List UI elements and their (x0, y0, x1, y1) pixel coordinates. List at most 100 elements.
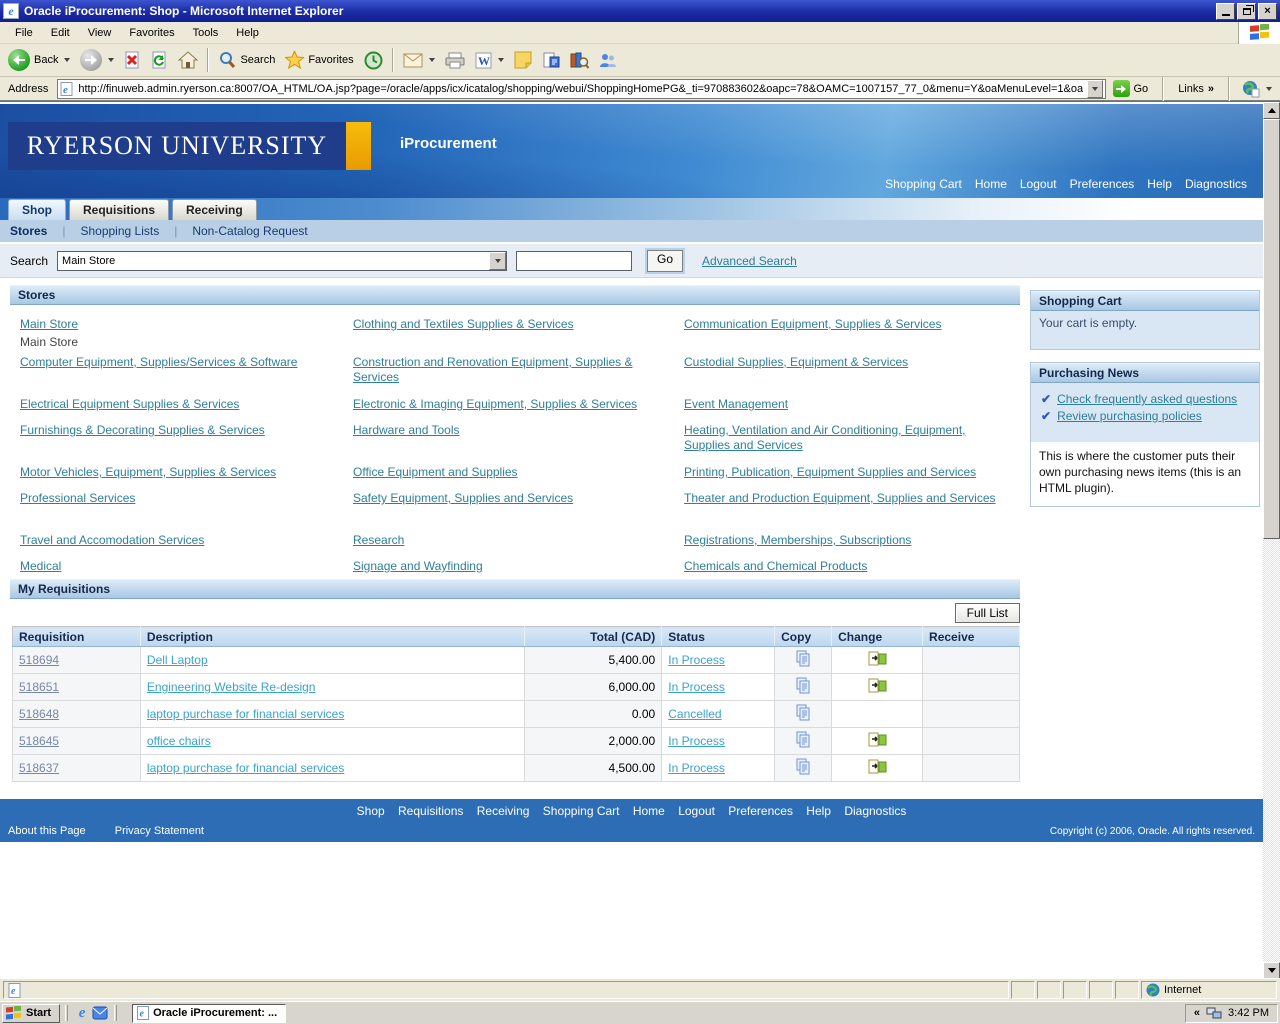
search-go-button[interactable]: Go (647, 250, 683, 272)
faq-link[interactable]: Check frequently asked questions (1057, 392, 1237, 406)
minimize-button[interactable] (1216, 3, 1235, 20)
edit-dropdown-icon[interactable] (498, 58, 504, 62)
page-globe-dropdown-icon[interactable] (1266, 87, 1272, 91)
page-globe-button[interactable] (1238, 78, 1276, 100)
address-input[interactable]: e http://finuweb.admin.ryerson.ca:8007/O… (57, 79, 1105, 99)
edit-button[interactable]: W (471, 50, 508, 71)
footer-link-help[interactable]: Help (806, 804, 831, 818)
messenger-doc-button[interactable] (538, 49, 564, 71)
nav-home[interactable]: Home (975, 177, 1007, 191)
store-link[interactable]: Electrical Equipment Supplies & Services (20, 397, 239, 411)
copy-icon[interactable] (795, 764, 811, 778)
change-icon[interactable] (868, 736, 887, 750)
search-input[interactable] (516, 251, 632, 271)
requisition-id-link[interactable]: 518694 (19, 653, 59, 667)
subnav-non-catalog-request[interactable]: Non-Catalog Request (192, 224, 307, 238)
stop-button[interactable] (120, 49, 145, 72)
change-icon[interactable] (868, 682, 887, 696)
store-link[interactable]: Event Management (684, 397, 788, 411)
privacy-statement-link[interactable]: Privacy Statement (115, 825, 204, 837)
address-dropdown-button[interactable] (1087, 80, 1103, 98)
back-dropdown-icon[interactable] (64, 58, 70, 62)
change-icon[interactable] (868, 655, 887, 669)
store-link[interactable]: Motor Vehicles, Equipment, Supplies & Se… (20, 465, 276, 479)
store-link[interactable]: Registrations, Memberships, Subscription… (684, 533, 911, 547)
menu-edit[interactable]: Edit (42, 24, 79, 42)
subnav-stores[interactable]: Stores (10, 224, 47, 238)
tab-shop[interactable]: Shop (8, 199, 66, 220)
research-button[interactable] (566, 49, 593, 71)
requisition-status-link[interactable]: In Process (668, 734, 725, 748)
store-link[interactable]: Computer Equipment, Supplies/Services & … (20, 355, 297, 369)
store-link[interactable]: Signage and Wayfinding (353, 559, 483, 573)
footer-link-logout[interactable]: Logout (678, 804, 715, 818)
change-icon[interactable] (868, 763, 887, 777)
back-button[interactable]: Back (4, 47, 74, 73)
start-button[interactable]: Start (2, 1004, 60, 1023)
store-link[interactable]: Main Store (20, 317, 78, 331)
search-button[interactable]: Search (214, 49, 279, 71)
nav-help[interactable]: Help (1147, 177, 1172, 191)
store-link[interactable]: Furnishings & Decorating Supplies & Serv… (20, 423, 265, 437)
nav-logout[interactable]: Logout (1020, 177, 1057, 191)
scroll-up-button[interactable] (1263, 102, 1280, 119)
requisition-description-link[interactable]: laptop purchase for financial services (147, 761, 344, 775)
favorites-button[interactable]: Favorites (281, 49, 357, 71)
menu-file[interactable]: File (6, 24, 42, 42)
store-select[interactable]: Main Store (57, 251, 507, 271)
store-select-dropdown-icon[interactable] (489, 252, 506, 270)
forward-button[interactable] (76, 47, 118, 73)
store-link[interactable]: Communication Equipment, Supplies & Serv… (684, 317, 941, 331)
requisition-status-link[interactable]: Cancelled (668, 707, 721, 721)
menu-favorites[interactable]: Favorites (120, 24, 183, 42)
store-link[interactable]: Clothing and Textiles Supplies & Service… (353, 317, 574, 331)
requisition-description-link[interactable]: Dell Laptop (147, 653, 208, 667)
footer-link-diagnostics[interactable]: Diagnostics (844, 804, 906, 818)
store-link[interactable]: Travel and Accomodation Services (20, 533, 204, 547)
refresh-button[interactable] (147, 49, 172, 72)
tab-requisitions[interactable]: Requisitions (69, 199, 169, 220)
requisition-id-link[interactable]: 518648 (19, 707, 59, 721)
taskbar-window-button[interactable]: e Oracle iProcurement: ... (132, 1004, 286, 1023)
store-link[interactable]: Custodial Supplies, Equipment & Services (684, 355, 908, 369)
nav-preferences[interactable]: Preferences (1070, 177, 1135, 191)
quicklaunch-ie-icon[interactable]: e (73, 1004, 91, 1022)
go-button[interactable]: Go (1111, 79, 1155, 98)
footer-link-preferences[interactable]: Preferences (728, 804, 793, 818)
home-button[interactable] (174, 49, 202, 71)
close-button[interactable]: × (1258, 3, 1277, 20)
mail-button[interactable] (399, 51, 439, 70)
store-link[interactable]: Medical (20, 559, 61, 573)
requisition-id-link[interactable]: 518637 (19, 761, 59, 775)
footer-link-requisitions[interactable]: Requisitions (398, 804, 463, 818)
footer-link-home[interactable]: Home (633, 804, 665, 818)
store-link[interactable]: Professional Services (20, 491, 135, 505)
scroll-down-button[interactable] (1263, 962, 1280, 979)
nav-diagnostics[interactable]: Diagnostics (1185, 177, 1247, 191)
about-this-page-link[interactable]: About this Page (8, 825, 86, 837)
menu-help[interactable]: Help (227, 24, 268, 42)
footer-link-receiving[interactable]: Receiving (477, 804, 530, 818)
notes-button[interactable] (510, 49, 536, 71)
requisition-status-link[interactable]: In Process (668, 680, 725, 694)
copy-icon[interactable] (795, 656, 811, 670)
forward-dropdown-icon[interactable] (108, 58, 114, 62)
store-link[interactable]: Safety Equipment, Supplies and Services (353, 491, 573, 505)
store-link[interactable]: Chemicals and Chemical Products (684, 559, 867, 573)
copy-icon[interactable] (795, 710, 811, 724)
messenger-button[interactable] (595, 49, 621, 71)
menu-view[interactable]: View (79, 24, 121, 42)
policies-link[interactable]: Review purchasing policies (1057, 409, 1202, 423)
nav-shopping-cart[interactable]: Shopping Cart (885, 177, 962, 191)
store-link[interactable]: Theater and Production Equipment, Suppli… (684, 491, 996, 505)
store-link[interactable]: Research (353, 533, 404, 547)
store-link[interactable]: Hardware and Tools (353, 423, 460, 437)
history-button[interactable] (360, 49, 387, 72)
requisition-id-link[interactable]: 518651 (19, 680, 59, 694)
store-link[interactable]: Heating, Ventilation and Air Conditionin… (684, 423, 966, 452)
tray-chevron-icon[interactable]: « (1194, 1007, 1200, 1019)
copy-icon[interactable] (795, 683, 811, 697)
footer-link-shopping-cart[interactable]: Shopping Cart (543, 804, 620, 818)
requisition-description-link[interactable]: Engineering Website Re-design (147, 680, 316, 694)
vertical-scrollbar[interactable] (1263, 102, 1280, 979)
